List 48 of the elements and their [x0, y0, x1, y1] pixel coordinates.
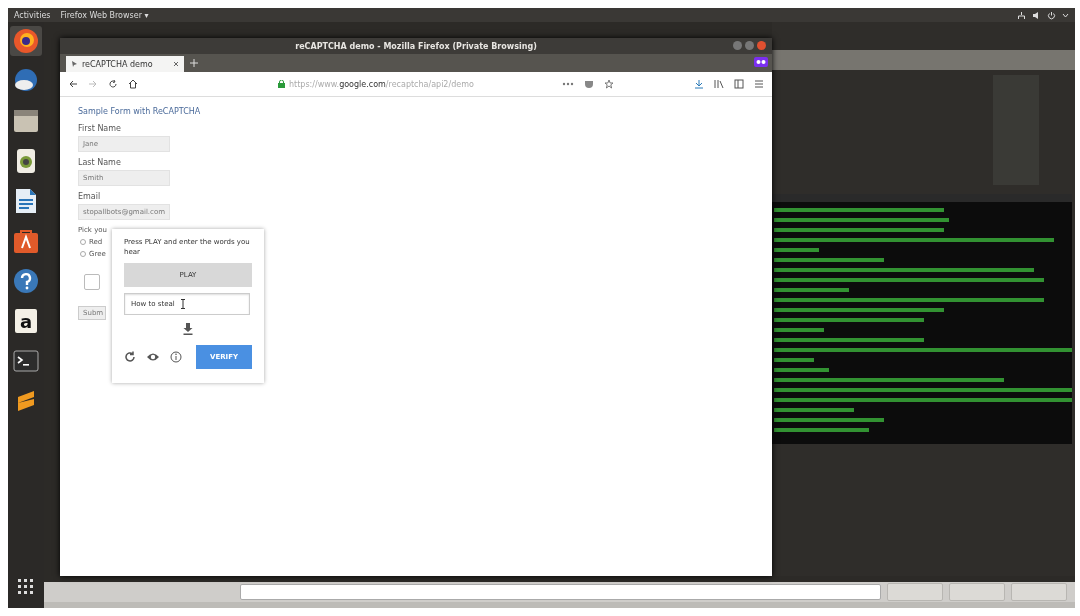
- find-field[interactable]: [240, 584, 881, 600]
- lock-icon: [278, 80, 285, 88]
- page-heading: Sample Form with ReCAPTCHA: [78, 107, 202, 116]
- checkbox[interactable]: [84, 274, 100, 290]
- drawer-icon[interactable]: [13, 109, 39, 133]
- text-cursor-icon: [180, 299, 185, 309]
- more-icon[interactable]: [562, 82, 574, 86]
- activities-button[interactable]: Activities: [14, 10, 51, 20]
- new-tab-icon[interactable]: [190, 59, 198, 67]
- star-icon[interactable]: [604, 79, 614, 89]
- amazon-icon[interactable]: a: [15, 309, 37, 333]
- zigzag-icon[interactable]: [15, 389, 37, 413]
- field-label: Last Name: [78, 158, 122, 167]
- reload-icon[interactable]: [124, 351, 136, 363]
- close-icon[interactable]: [173, 61, 179, 67]
- field-label: Email: [78, 192, 102, 201]
- minimize-button[interactable]: [733, 41, 742, 50]
- info-icon[interactable]: [170, 351, 182, 363]
- page-icon: [71, 60, 78, 68]
- network-icon[interactable]: [1017, 10, 1026, 20]
- app-grid-icon[interactable]: [17, 578, 35, 596]
- help-icon[interactable]: [13, 268, 39, 294]
- back-icon[interactable]: [68, 79, 78, 89]
- mask-icon: [754, 57, 768, 67]
- library-icon[interactable]: [714, 79, 724, 89]
- document-icon[interactable]: [15, 188, 37, 214]
- window-title: reCAPTCHA demo - Mozilla Firefox (Private Browsing): [295, 41, 537, 51]
- sidebar-icon[interactable]: [734, 79, 744, 89]
- url-text: https://www.google.com/recaptcha/api2/demo: [289, 79, 474, 89]
- close-button[interactable]: [757, 41, 766, 50]
- bird-icon[interactable]: [13, 68, 39, 94]
- browser-tab[interactable]: reCAPTCHA demo: [66, 56, 184, 72]
- app-menu[interactable]: Firefox Web Browser ▾: [60, 10, 149, 20]
- download-icon[interactable]: [694, 79, 704, 89]
- power-icon[interactable]: [1047, 10, 1056, 20]
- volume-icon[interactable]: [1032, 10, 1041, 20]
- field-label: First Name: [78, 124, 122, 133]
- home-icon[interactable]: [128, 79, 138, 89]
- reload-icon[interactable]: [108, 79, 118, 89]
- address-bar[interactable]: https://www.google.com/recaptcha/api2/demo: [148, 79, 552, 89]
- shopping-bag-icon[interactable]: [13, 228, 39, 254]
- maximize-button[interactable]: [745, 41, 754, 50]
- terminal-icon[interactable]: [13, 350, 39, 372]
- speaker-icon[interactable]: [16, 148, 36, 174]
- eye-icon[interactable]: [146, 352, 160, 362]
- pocket-icon[interactable]: [584, 79, 594, 89]
- browser-icon[interactable]: [13, 28, 39, 54]
- download-icon[interactable]: [183, 322, 193, 335]
